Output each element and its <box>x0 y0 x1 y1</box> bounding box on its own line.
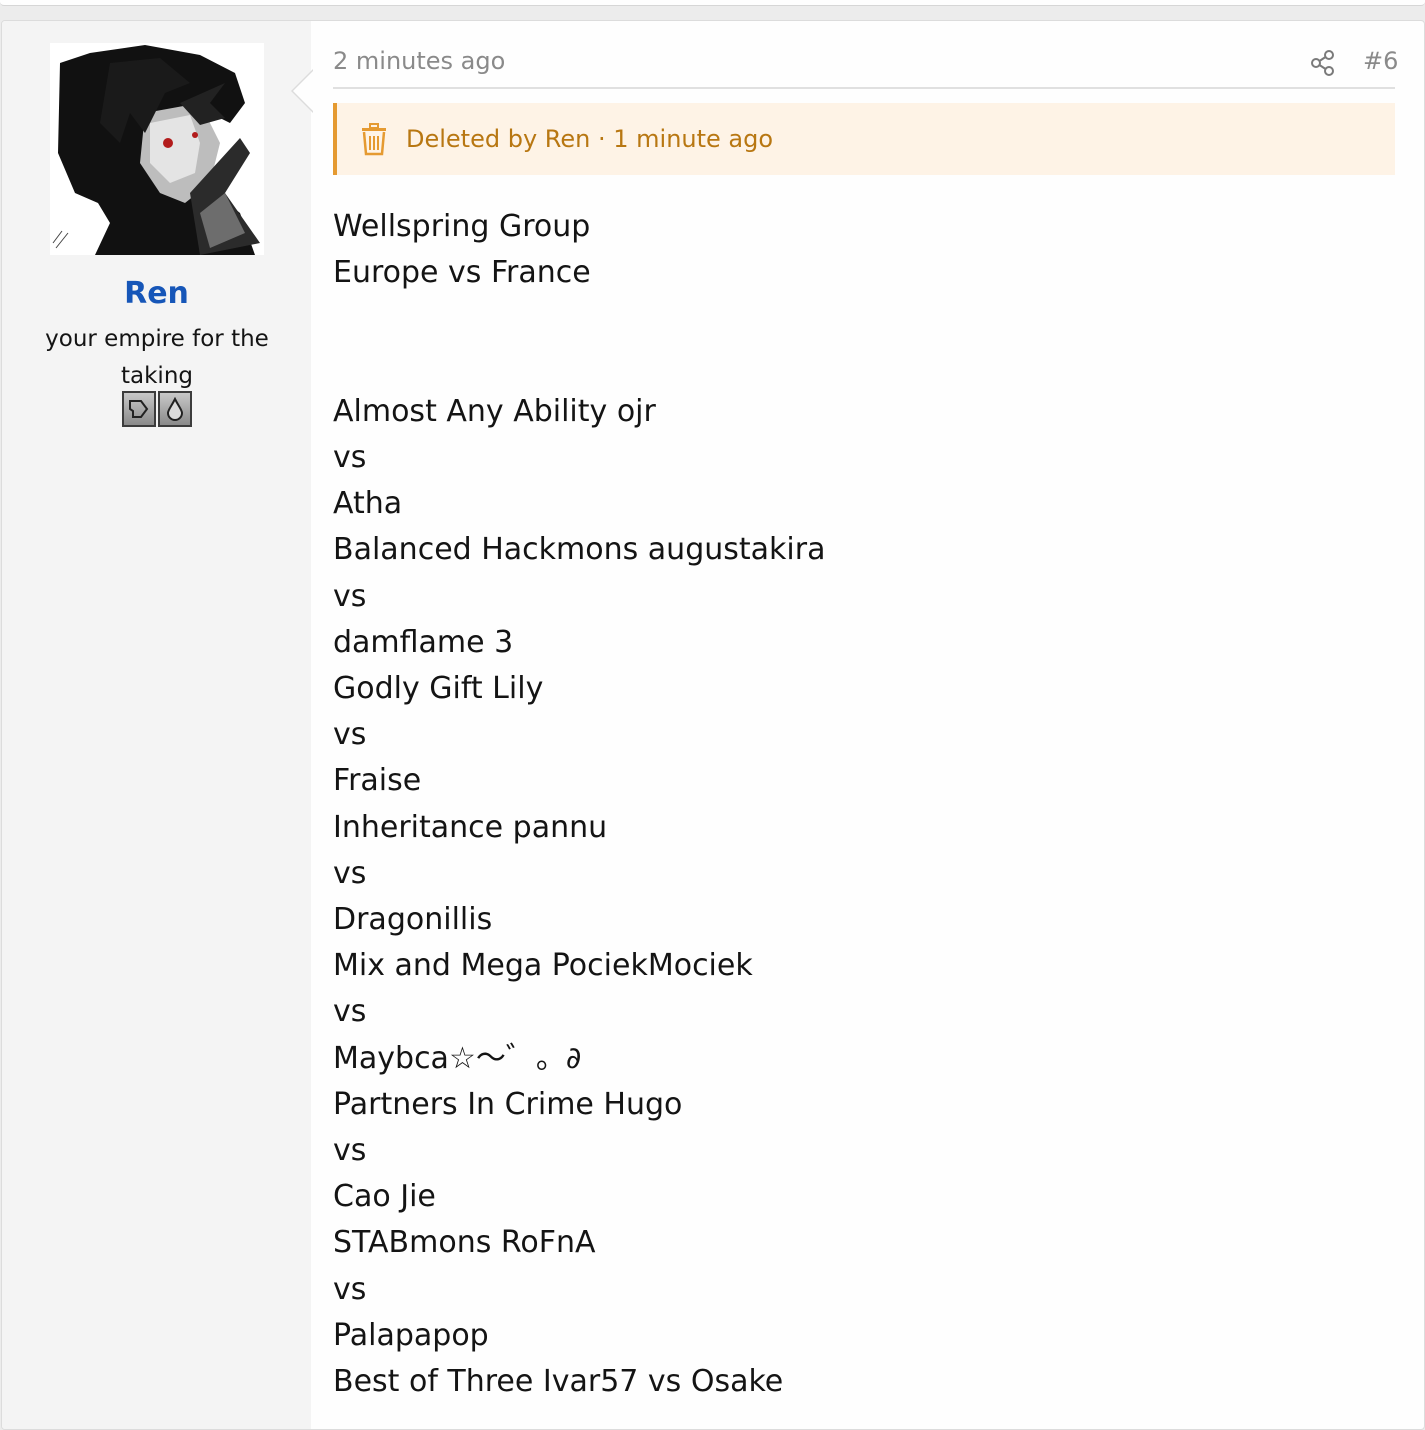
message-line: Cao Jie <box>333 1179 436 1215</box>
trash-icon <box>362 123 386 156</box>
message-line: Mix and Mega PociekMociek <box>333 948 753 984</box>
post-number-link[interactable]: #6 <box>1363 47 1398 75</box>
message-line: Balanced Hackmons augustakira <box>333 532 826 568</box>
user-title: your empire for the taking <box>45 326 269 389</box>
message-line: vs <box>333 1133 367 1169</box>
message-line: Dragonillis <box>333 902 493 938</box>
message-line: vs <box>333 439 367 475</box>
deleted-notice-text: Deleted by Ren · 1 minute ago <box>406 125 774 153</box>
message-line: vs <box>333 578 367 614</box>
message-line: Godly Gift Lily <box>333 671 544 706</box>
message-line: Atha <box>333 486 403 522</box>
message-body: Wellspring Group Europe vs France Almost… <box>333 204 1395 1405</box>
user-banners <box>122 391 192 427</box>
message-line: vs <box>333 1271 367 1307</box>
message-line: vs <box>333 717 367 753</box>
username[interactable]: Ren <box>2 276 311 311</box>
message-line: Best of Three Ivar57 vs Osake <box>333 1364 784 1400</box>
message-line: Europe vs France <box>333 255 591 291</box>
share-icon[interactable] <box>1308 48 1338 78</box>
message-line: Inheritance pannu <box>333 809 608 845</box>
previous-post-edge <box>0 0 1425 6</box>
message-line: Palapapop <box>333 1317 489 1353</box>
message-line: STABmons RoFnA <box>333 1225 596 1261</box>
message-line: vs <box>333 855 367 891</box>
badge-icon-2 <box>158 391 192 427</box>
message-line: Wellspring Group <box>333 209 591 244</box>
message-line: damflame 3 <box>333 624 514 660</box>
post-pointer-arrow <box>291 69 314 113</box>
post-main: 2 minutes ago #6 Deleted by Ren · 1 minu… <box>333 21 1398 1429</box>
message-line: Fraise <box>333 763 422 799</box>
message-line: Almost Any Ability ojr <box>333 393 656 429</box>
post-timestamp[interactable]: 2 minutes ago <box>333 47 505 75</box>
deleted-notice: Deleted by Ren · 1 minute ago <box>333 103 1395 175</box>
badge-icon-1 <box>122 391 156 427</box>
message-line: Partners In Crime Hugo <box>333 1086 683 1122</box>
post-header: 2 minutes ago #6 <box>333 47 1398 89</box>
user-info-panel: Ren your empire for the taking <box>2 21 314 1429</box>
user-avatar[interactable] <box>50 43 264 255</box>
message-line: Maybca☆～゛。∂ <box>333 1040 582 1076</box>
forum-post: Ren your empire for the taking 2 minutes… <box>1 20 1425 1430</box>
message-line: vs <box>333 994 367 1030</box>
